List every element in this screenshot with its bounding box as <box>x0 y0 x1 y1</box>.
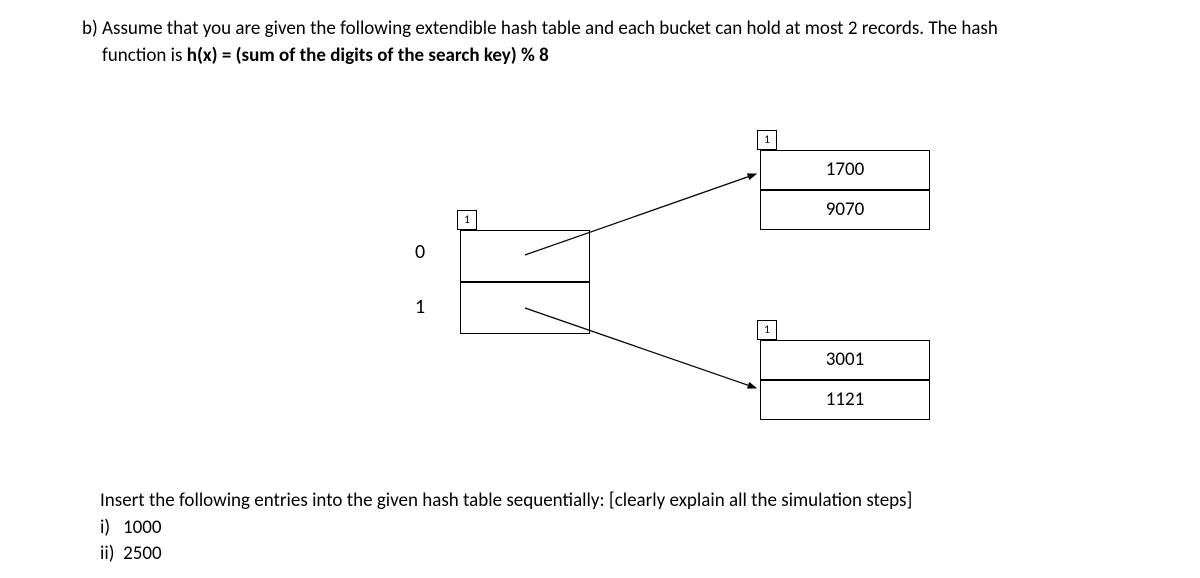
item-2-value: 2500 <box>123 542 162 565</box>
insert-item-1: i) 1000 <box>100 515 912 542</box>
arrows-svg <box>0 130 1200 470</box>
instructions: Insert the following entries into the gi… <box>100 488 912 568</box>
problem-statement: b) Assume that you are given the followi… <box>82 16 1140 69</box>
item-2-label: ii) <box>100 542 114 565</box>
problem-text-2a: function is <box>102 44 187 67</box>
item-1-value: 1000 <box>123 516 162 539</box>
problem-line-2: function is h(x) = (sum of the digits of… <box>82 43 1140 70</box>
pointer-1-to-b <box>525 308 756 388</box>
hash-table-diagram: 1 0 1 1 1700 9070 1 3001 1121 <box>0 130 1200 470</box>
hash-function: h(x) = (sum of the digits of the search … <box>187 44 549 67</box>
problem-text-1: Assume that you are given the following … <box>102 17 998 40</box>
pointer-0-to-a <box>525 174 756 255</box>
item-1-label: i) <box>100 516 110 539</box>
problem-line-1: b) Assume that you are given the followi… <box>82 16 1140 43</box>
insert-instruction: Insert the following entries into the gi… <box>100 488 912 515</box>
insert-item-2: ii) 2500 <box>100 541 912 568</box>
problem-label: b) <box>82 17 98 40</box>
